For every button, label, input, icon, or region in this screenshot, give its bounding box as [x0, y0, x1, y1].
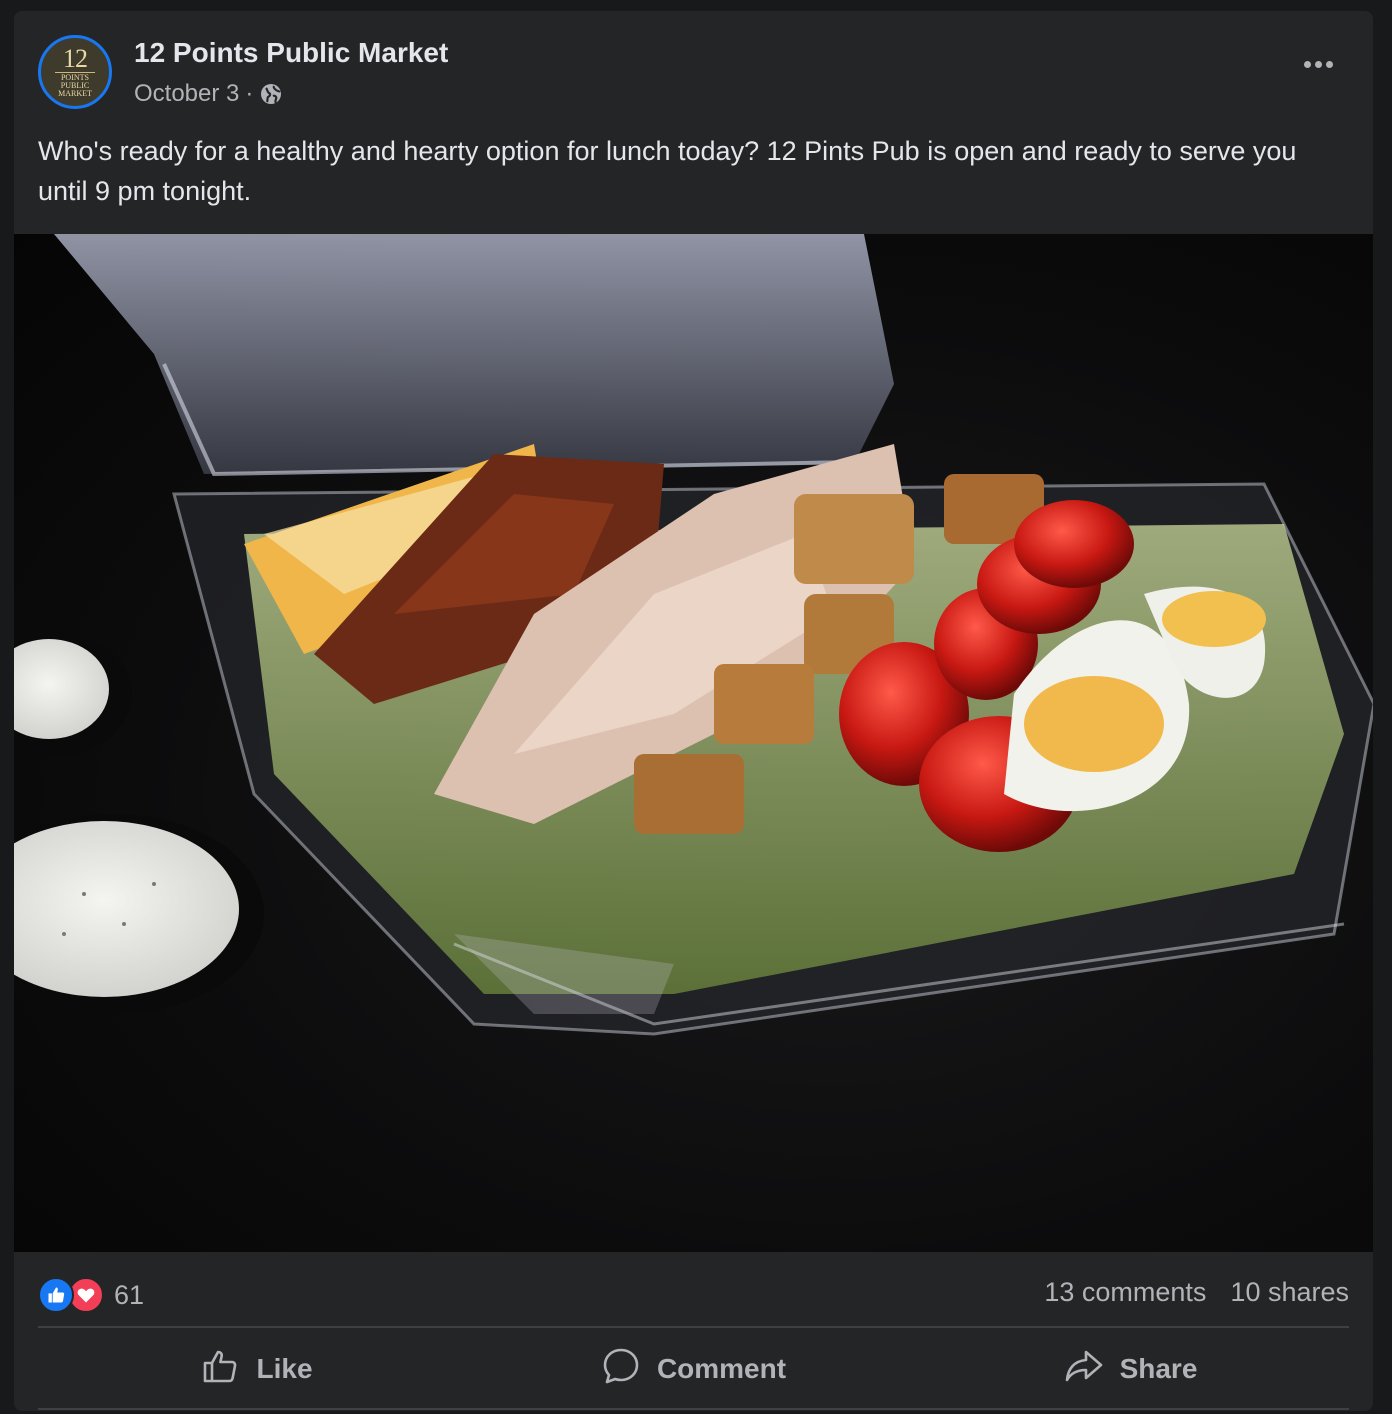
like-reaction-icon	[38, 1277, 74, 1313]
post-date[interactable]: October 3	[134, 80, 239, 108]
share-button[interactable]: Share	[912, 1329, 1349, 1409]
like-button[interactable]: Like	[38, 1329, 475, 1409]
page-name-link[interactable]: 12 Points Public Market	[134, 37, 448, 69]
actions-divider	[38, 1408, 1349, 1410]
globe-icon[interactable]	[259, 82, 283, 106]
post-card: 12 POINTS PUBLIC MARKET 12 Points Public…	[14, 11, 1373, 1411]
post-photo[interactable]	[14, 234, 1373, 1252]
more-dot	[1304, 61, 1311, 68]
stats-divider	[38, 1326, 1349, 1328]
post-meta: October 3 ·	[134, 80, 283, 108]
comment-label: Comment	[656, 1353, 787, 1384]
more-options-button[interactable]	[1304, 61, 1333, 68]
action-bar: Like Comment Share	[38, 1329, 1349, 1409]
salad-photo	[14, 234, 1373, 1036]
share-arrow-icon	[1064, 1346, 1104, 1393]
more-dot	[1326, 61, 1333, 68]
comments-count[interactable]: 13 comments	[1044, 1277, 1206, 1308]
meta-separator: ·	[245, 80, 254, 107]
more-dot	[1315, 61, 1322, 68]
comment-bubble-icon	[601, 1346, 641, 1393]
avatar-line-3: MARKET	[58, 88, 92, 98]
shares-count[interactable]: 10 shares	[1230, 1277, 1349, 1308]
like-label: Like	[256, 1353, 313, 1384]
thumbs-up-icon	[200, 1346, 240, 1393]
engagement-counts: 13 comments 10 shares	[1044, 1277, 1349, 1308]
comment-button[interactable]: Comment	[475, 1329, 912, 1409]
post-stats: 61 13 comments 10 shares	[38, 1273, 1349, 1313]
post-text: Who's ready for a healthy and hearty opt…	[38, 136, 1297, 206]
avatar-number: 12	[63, 43, 88, 73]
page-avatar[interactable]: 12 POINTS PUBLIC MARKET	[38, 35, 112, 109]
post-header: 12 POINTS PUBLIC MARKET 12 Points Public…	[14, 11, 1373, 131]
share-label: Share	[1119, 1353, 1198, 1384]
reaction-count[interactable]: 61	[114, 1280, 144, 1311]
reaction-summary[interactable]: 61	[38, 1277, 144, 1313]
